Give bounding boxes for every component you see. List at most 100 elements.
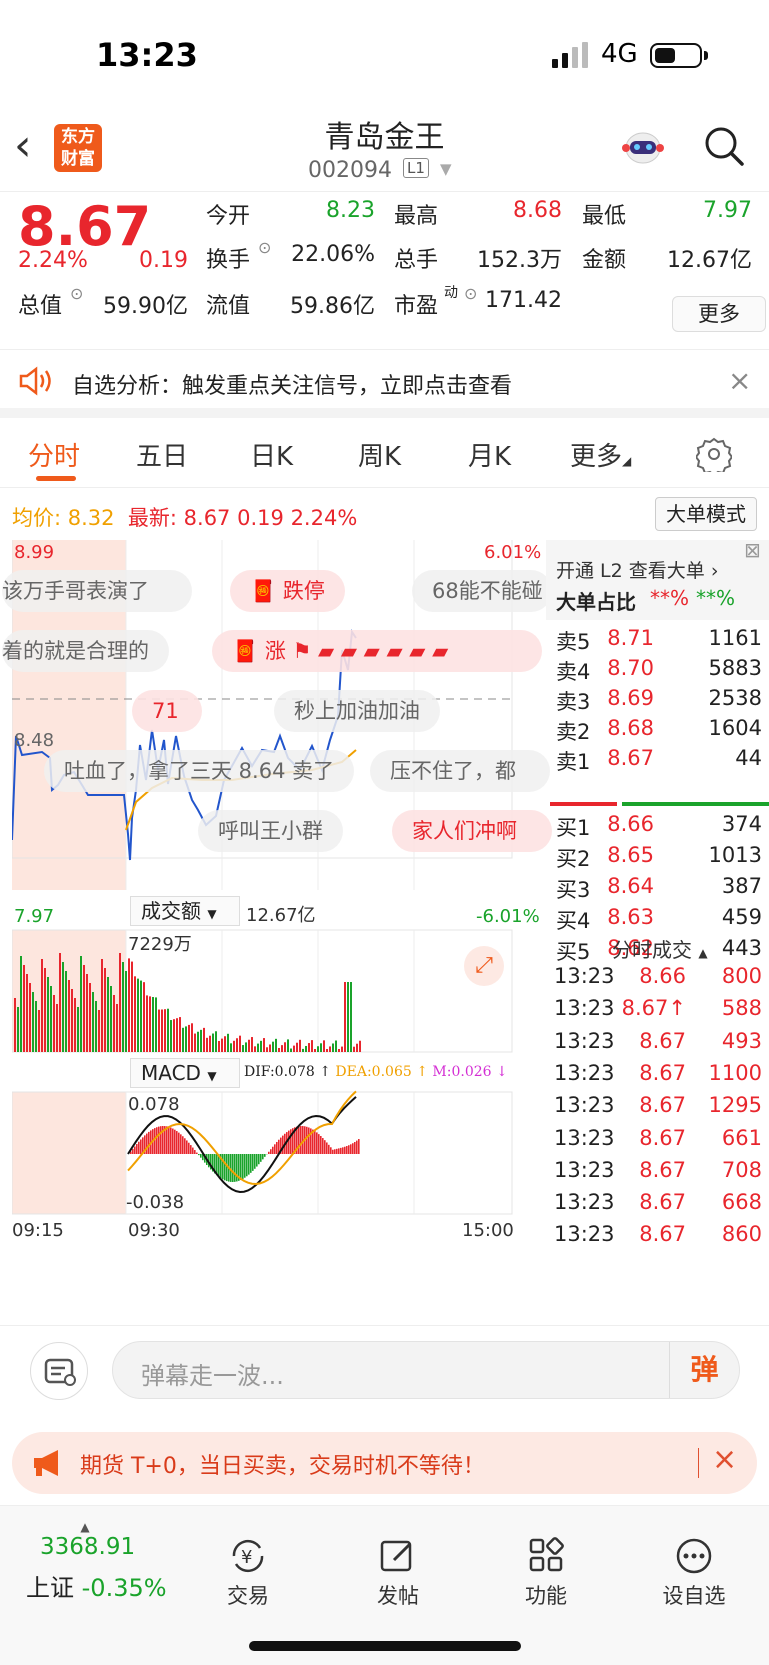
nav-post[interactable]: 发帖 (348, 1536, 448, 1610)
alert-banner[interactable]: 自选分析：触发重点关注信号，立即点击查看 × (0, 350, 769, 418)
danmu-settings-icon[interactable] (30, 1342, 88, 1400)
price-bottom-label: 7.97 (14, 906, 55, 927)
trade-price: 8.67 (639, 1028, 686, 1053)
close-icon[interactable]: × (728, 364, 751, 397)
expand-icon[interactable]: ⤢ (464, 946, 504, 986)
tab-more-label: 更多 (570, 442, 623, 472)
trades-title[interactable]: 分时成交 ▲ (612, 934, 708, 963)
nav-functions[interactable]: 功能 (496, 1536, 596, 1610)
volume-bar (47, 977, 49, 1052)
chevron-down-icon: ▼ (207, 1069, 217, 1083)
network-label: 4G (601, 39, 638, 69)
signal-icon (552, 42, 588, 68)
volume-bar (218, 1040, 220, 1052)
gear-icon[interactable] (696, 436, 732, 472)
ask-volume: 44 (735, 746, 762, 770)
danmu-send-button[interactable]: 弹 (669, 1342, 739, 1398)
danmu-bubble[interactable]: 71 (132, 690, 202, 732)
volume-bar (275, 1038, 277, 1052)
danmu-bubble[interactable]: 呼叫王小群 (198, 810, 343, 852)
macd-bar (256, 1154, 258, 1167)
danmu-bubble[interactable]: 压不住了，都 (370, 750, 550, 792)
macd-bar (324, 1140, 326, 1154)
volume-selector[interactable]: 成交额 ▼ (130, 896, 240, 926)
intraday-chart[interactable]: 8.99 8.48 7.97 6.01% -6.01% 该万手哥表演了 🧧 跌停… (2, 540, 552, 1320)
danmu-bubble[interactable]: 着的就是合理的 (2, 630, 169, 672)
bid-volume: 1013 (708, 843, 762, 867)
big-ratio-label: 大单占比 (556, 590, 636, 614)
trade-price: 8.67 (639, 1125, 686, 1150)
tab-more[interactable]: 更多◢ (570, 436, 631, 473)
close-icon[interactable]: × (712, 1442, 737, 1477)
macd-bar (322, 1138, 324, 1154)
futures-ad-banner[interactable]: 期货 T+0，当日买卖，交易时机不等待！ × (12, 1432, 757, 1494)
volume-bar (89, 983, 91, 1052)
volume-bar (182, 1027, 184, 1052)
trade-price: 8.67 (639, 1222, 686, 1247)
tab-5day[interactable]: 五日 (136, 436, 188, 473)
latest-change-pct: 2.24% (290, 506, 358, 530)
tab-intraday[interactable]: 分时 (28, 436, 80, 473)
change-pct: 2.24% (18, 248, 88, 273)
tab-weekly-k[interactable]: 周K (358, 436, 401, 473)
volume-bar (245, 1042, 247, 1052)
danmu-bubble[interactable]: 68能不能碰 (412, 570, 552, 612)
volume-bar (122, 962, 124, 1052)
more-button[interactable]: 更多 (672, 296, 766, 332)
volume-bar (338, 1049, 340, 1052)
trade-price: 8.67 (639, 1060, 686, 1085)
volume-bar (278, 1047, 280, 1052)
close-icon[interactable]: ⊠ (744, 538, 761, 562)
macd-bar (350, 1144, 352, 1154)
tab-monthly-k[interactable]: 月K (468, 436, 511, 473)
macd-bar (234, 1154, 236, 1182)
stock-code[interactable]: 002094 (308, 158, 392, 183)
macd-bar (254, 1154, 256, 1169)
big-order-mode-button[interactable]: 大单模式 (655, 497, 757, 531)
tab-daily-k[interactable]: 日K (250, 436, 293, 473)
volume-bar (200, 1029, 202, 1052)
robot-assistant-icon[interactable] (620, 126, 666, 170)
macd-bar (314, 1130, 316, 1154)
danmu-rise-banner[interactable]: 🧧 涨 ⚑ ▰ ▰ ▰ ▰ ▰ ▰ (212, 630, 542, 672)
ask-volume: 1161 (708, 626, 762, 650)
macd-bar (274, 1144, 276, 1154)
macd-bar (188, 1142, 190, 1154)
chevron-down-icon[interactable]: ▼ (440, 160, 452, 178)
index-ticker[interactable]: ▲ 3368.91 (40, 1520, 170, 1560)
macd-bar (342, 1147, 344, 1154)
volume-bar (185, 1026, 187, 1052)
volume-bar (152, 997, 154, 1052)
danmu-bubble[interactable]: 该万手哥表演了 (2, 570, 192, 612)
macd-bar (178, 1132, 180, 1154)
market-cap-label: 总值 (18, 294, 63, 319)
macd-bar (346, 1146, 348, 1154)
danmu-bubble[interactable]: 秒上加油加油 (274, 690, 440, 732)
macd-bar (140, 1139, 142, 1154)
danmu-bubble-limit-down[interactable]: 🧧 跌停 (230, 570, 345, 612)
volume-selector-label: 成交额 (141, 899, 201, 923)
info-icon[interactable]: ⊙ (70, 284, 83, 303)
change-value: 0.19 (139, 248, 188, 273)
caret-up-icon: ▲ (80, 1520, 90, 1534)
search-icon[interactable] (702, 124, 746, 168)
macd-selector[interactable]: MACD ▼ (130, 1058, 240, 1088)
danmu-bubble[interactable]: 家人们冲啊 (392, 810, 552, 852)
open-value: 8.23 (326, 198, 375, 223)
danmu-bar: 弹幕走一波... 弹 (0, 1325, 769, 1415)
macd-bar (232, 1154, 234, 1182)
macd-bar (196, 1152, 198, 1154)
volume-bar (26, 974, 28, 1052)
chevron-down-icon: ▼ (207, 907, 217, 921)
nav-add-watchlist[interactable]: 设自选 (644, 1536, 744, 1610)
danmu-input[interactable]: 弹幕走一波... 弹 (112, 1341, 740, 1399)
macd-values: DIF:0.078 ↑ DEA:0.065 ↑ M:0.026 ↓ (244, 1064, 508, 1080)
level-badge[interactable]: L1 (403, 158, 429, 178)
macd-bar (338, 1148, 340, 1154)
danmu-bubble[interactable]: 吐血了，拿了三天 8.64 卖了 (44, 750, 355, 792)
nav-trade[interactable]: ¥ 交易 (198, 1536, 298, 1610)
index-change: -0.35% (81, 1574, 167, 1602)
low-label: 最低 (582, 204, 627, 229)
macd-bar (258, 1154, 260, 1165)
l2-title[interactable]: 开通 L2 查看大单 › (556, 556, 718, 583)
